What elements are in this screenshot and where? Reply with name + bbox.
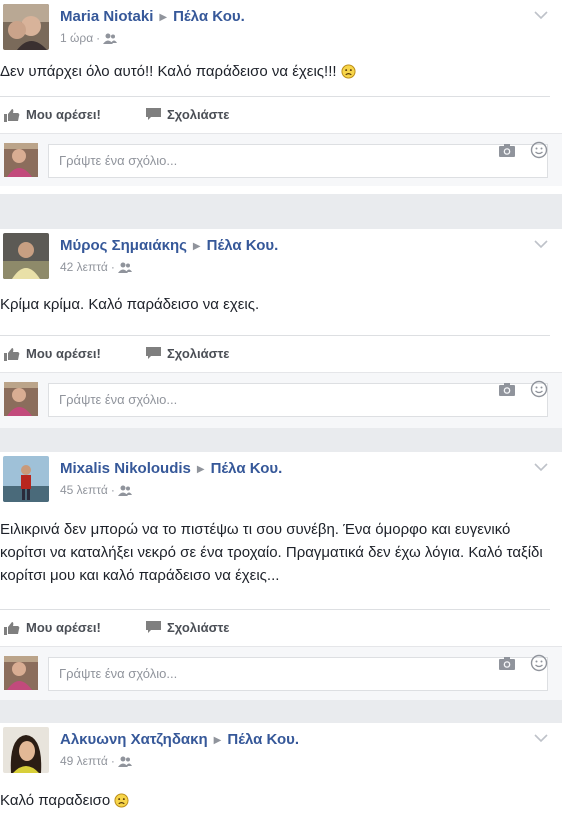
post-card: Αλκυωνη Χατζηδακη ▶ Πέλα Κου. 49 λεπτά · Κα… [0,723,562,819]
camera-icon[interactable] [498,142,516,158]
current-user-avatar [4,656,38,690]
avatar[interactable] [3,233,49,279]
post-text: Καλό παραδεισο [0,783,562,812]
author-line: Αλκυωνη Χατζηδακη ▶ Πέλα Κου. [60,731,299,748]
post-header: Maria Niotaki ▶ Πέλα Κου. 1 ώρα · [0,0,562,60]
arrow-right-icon: ▶ [192,241,201,252]
comment-composer: Γράψτε ένα σχόλιο... [0,646,562,700]
avatar[interactable] [3,4,49,50]
target-name[interactable]: Πέλα Κου. [173,8,245,25]
friends-icon [117,485,132,496]
comment-button[interactable]: Σχολιάστε [146,620,229,635]
post-actions: Μου αρέσει! Σχολιάστε [0,97,562,133]
post-text: Ειλικρινά δεν μπορώ να το πιστέψω τι σου… [0,521,543,584]
timestamp[interactable]: 42 λεπτά [60,260,108,274]
sad-face-icon [341,64,356,79]
comment-composer: Γράψτε ένα σχόλιο... [0,372,562,428]
post-actions: Μου αρέσει! Σχολιάστε [0,336,562,372]
sad-face-icon [114,793,129,808]
post-card: Μύρος Σημαιάκης ▶ Πέλα Κου. 42 λεπτά · Κρίμ… [0,229,562,428]
comment-button[interactable]: Σχολιάστε [146,346,229,361]
chevron-down-icon[interactable] [534,239,548,249]
author-name[interactable]: Μύρος Σημαιάκης [60,237,187,254]
emoji-icon[interactable] [530,654,548,672]
comment-label: Σχολιάστε [167,346,230,361]
emoji-icon[interactable] [530,141,548,159]
arrow-right-icon: ▶ [213,735,222,746]
target-name[interactable]: Πέλα Κου. [207,237,279,254]
timestamp[interactable]: 49 λεπτά [60,754,108,768]
comment-placeholder: Γράψτε ένα σχόλιο... [59,666,178,681]
friends-icon [117,756,132,767]
comment-button[interactable]: Σχολιάστε [146,107,229,122]
emoji-icon[interactable] [530,380,548,398]
current-user-avatar [4,382,38,416]
comment-input[interactable]: Γράψτε ένα σχόλιο... [48,383,548,417]
like-button[interactable]: Μου αρέσει! [4,346,101,361]
post-meta: 42 λεπτά · [60,260,132,274]
thumbs-up-icon [4,108,20,122]
author-line: Μύρος Σημαιάκης ▶ Πέλα Κου. [60,237,278,254]
current-user-avatar [4,143,38,177]
comment-icon [146,108,161,120]
comment-placeholder: Γράψτε ένα σχόλιο... [59,153,178,168]
post-header: Μύρος Σημαιάκης ▶ Πέλα Κου. 42 λεπτά · [0,229,562,289]
comment-placeholder: Γράψτε ένα σχόλιο... [59,392,178,407]
comment-composer: Γράψτε ένα σχόλιο... [0,133,562,186]
like-label: Μου αρέσει! [26,107,101,122]
thumbs-up-icon [4,621,20,635]
post-meta: 45 λεπτά · [60,483,132,497]
timestamp[interactable]: 45 λεπτά [60,483,108,497]
post-text: Δεν υπάρχει όλο αυτό!! Καλό παράδεισο να… [0,60,562,96]
post-card: Maria Niotaki ▶ Πέλα Κου. 1 ώρα · Δεν υπάρχ… [0,0,562,194]
friends-icon [103,33,118,44]
target-name[interactable]: Πέλα Κου. [227,731,299,748]
author-name[interactable]: Αλκυωνη Χατζηδακη [60,731,208,748]
like-label: Μου αρέσει! [26,346,101,361]
post-header: Mixalis Nikoloudis ▶ Πέλα Κου. 45 λεπτά · [0,452,562,512]
camera-icon[interactable] [498,381,516,397]
author-name[interactable]: Mixalis Nikoloudis [60,460,191,477]
camera-icon[interactable] [498,655,516,671]
author-line: Mixalis Nikoloudis ▶ Πέλα Κου. [60,460,282,477]
post-header: Αλκυωνη Χατζηδακη ▶ Πέλα Κου. 49 λεπτά · [0,723,562,783]
thumbs-up-icon [4,347,20,361]
avatar[interactable] [3,456,49,502]
arrow-right-icon: ▶ [196,464,205,475]
timestamp[interactable]: 1 ώρα [60,31,93,45]
chevron-down-icon[interactable] [534,10,548,20]
post-text: Κρίμα κρίμα. Καλό παράδεισο να εχεις. [0,296,260,313]
post-meta: 49 λεπτά · [60,754,132,768]
like-label: Μου αρέσει! [26,620,101,635]
post-meta: 1 ώρα · [60,31,118,45]
author-line: Maria Niotaki ▶ Πέλα Κου. [60,8,245,25]
friends-icon [117,262,132,273]
comment-input[interactable]: Γράψτε ένα σχόλιο... [48,144,548,178]
comment-label: Σχολιάστε [167,620,230,635]
author-name[interactable]: Maria Niotaki [60,8,153,25]
comment-icon [146,621,161,633]
target-name[interactable]: Πέλα Κου. [211,460,283,477]
arrow-right-icon: ▶ [159,12,168,23]
like-button[interactable]: Μου αρέσει! [4,107,101,122]
avatar[interactable] [3,727,49,773]
comment-icon [146,347,161,359]
comment-label: Σχολιάστε [167,107,230,122]
chevron-down-icon[interactable] [534,733,548,743]
post-actions: Μου αρέσει! Σχολιάστε [0,610,562,646]
post-card: Mixalis Nikoloudis ▶ Πέλα Κου. 45 λεπτά · Ε… [0,452,562,700]
comment-input[interactable]: Γράψτε ένα σχόλιο... [48,657,548,691]
chevron-down-icon[interactable] [534,462,548,472]
like-button[interactable]: Μου αρέσει! [4,620,101,635]
